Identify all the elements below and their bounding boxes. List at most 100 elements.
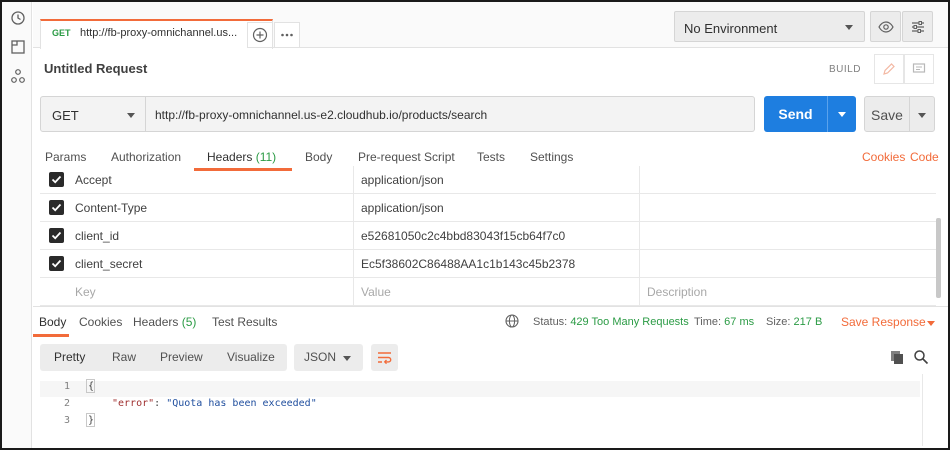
chevron-down-icon xyxy=(343,356,351,361)
eye-icon xyxy=(878,21,894,33)
comment-icon xyxy=(912,63,926,73)
comments-button[interactable] xyxy=(904,54,934,84)
check-icon xyxy=(51,203,62,212)
brace-match-highlight xyxy=(86,413,95,427)
code-link[interactable]: Code xyxy=(910,150,939,164)
edit-button[interactable] xyxy=(874,54,904,84)
response-tab-headers-count: (5) xyxy=(181,315,197,329)
save-options-chevron-icon[interactable] xyxy=(918,113,926,118)
environment-quick-look-button[interactable] xyxy=(870,11,901,42)
checkbox[interactable] xyxy=(49,200,64,215)
tab-method: GET xyxy=(52,28,71,38)
method-select[interactable]: GET xyxy=(40,96,146,132)
environment-select[interactable]: No Environment xyxy=(674,11,865,42)
copy-icon[interactable] xyxy=(889,349,905,365)
column-divider xyxy=(639,194,640,222)
send-options-chevron-icon[interactable] xyxy=(838,112,846,117)
save-response-button[interactable]: Save Response xyxy=(841,315,926,329)
size-value[interactable]: 217 B xyxy=(794,316,823,328)
mode-visualize[interactable]: Visualize xyxy=(227,350,275,364)
response-bar: Body Cookies Headers (5) Test Results St… xyxy=(33,306,948,337)
header-value[interactable]: application/json xyxy=(361,173,444,187)
build-mode-label: BUILD xyxy=(829,64,861,75)
search-icon[interactable] xyxy=(913,349,929,365)
header-value[interactable]: Ec5f38602C86488AA1c1b143c45b2378 xyxy=(361,257,575,271)
send-divider xyxy=(827,96,828,132)
tab-bar: GET http://fb-proxy-omnichannel.us... No… xyxy=(33,2,948,49)
response-tab-headers[interactable]: Headers (5) xyxy=(133,315,196,329)
tab-authorization[interactable]: Authorization xyxy=(111,150,181,164)
response-body-code[interactable]: 1 { 2 "error": "Quota has been exceeded"… xyxy=(40,378,920,446)
column-divider xyxy=(353,250,354,278)
tab-headers-label: Headers xyxy=(207,150,253,164)
header-key[interactable]: client_id xyxy=(75,229,119,243)
mode-preview[interactable]: Preview xyxy=(160,350,203,364)
collection-icon[interactable] xyxy=(10,39,26,55)
save-button[interactable]: Save xyxy=(864,96,935,132)
history-icon[interactable] xyxy=(10,10,26,26)
url-input[interactable]: http://fb-proxy-omnichannel.us-e2.cloudh… xyxy=(146,96,755,132)
format-label: JSON xyxy=(304,350,337,364)
time-value[interactable]: 67 ms xyxy=(724,316,754,328)
environment-label: No Environment xyxy=(684,21,778,36)
save-divider xyxy=(909,97,910,131)
headers-scrollbar[interactable] xyxy=(936,218,941,298)
tab-headers[interactable]: Headers (11) xyxy=(207,150,276,164)
tab-pre-request-script[interactable]: Pre-request Script xyxy=(358,150,455,164)
description-input[interactable]: Description xyxy=(647,285,707,299)
check-icon xyxy=(51,259,62,268)
column-divider xyxy=(639,166,640,194)
tab-url: http://fb-proxy-omnichannel.us... xyxy=(80,27,238,39)
response-tab-test-results[interactable]: Test Results xyxy=(212,315,277,329)
request-title[interactable]: Untitled Request xyxy=(44,61,147,76)
header-key[interactable]: Content-Type xyxy=(75,201,147,215)
code-line: 1 { xyxy=(40,381,920,397)
header-key[interactable]: Accept xyxy=(75,173,112,187)
mode-pretty[interactable]: Pretty xyxy=(54,350,85,364)
method-label: GET xyxy=(52,108,79,123)
tab-params[interactable]: Params xyxy=(45,150,86,164)
header-key[interactable]: client_secret xyxy=(75,257,142,271)
tab-tests[interactable]: Tests xyxy=(477,150,505,164)
key-input[interactable]: Key xyxy=(75,285,96,299)
header-value[interactable]: application/json xyxy=(361,201,444,215)
column-divider xyxy=(353,194,354,222)
table-row: client_secret Ec5f38602C86488AA1c1b143c4… xyxy=(40,250,936,278)
table-row: client_id e52681050c2c4bbd83043f15cb64f7… xyxy=(40,222,936,250)
headers-table: Accept application/json Content-Type app… xyxy=(40,166,936,306)
time-label: Time: xyxy=(694,316,722,328)
tab-settings[interactable]: Settings xyxy=(530,150,573,164)
manage-environments-button[interactable] xyxy=(902,11,933,42)
url-value: http://fb-proxy-omnichannel.us-e2.cloudh… xyxy=(155,108,488,122)
new-tab-button[interactable] xyxy=(247,22,273,48)
format-select[interactable]: JSON xyxy=(294,344,363,371)
check-icon xyxy=(51,175,62,184)
pencil-icon xyxy=(883,63,895,75)
checkbox[interactable] xyxy=(49,256,64,271)
tab-body[interactable]: Body xyxy=(305,150,332,164)
mode-raw[interactable]: Raw xyxy=(112,350,136,364)
response-tab-body[interactable]: Body xyxy=(39,315,66,329)
sliders-icon xyxy=(912,21,924,33)
checkbox[interactable] xyxy=(49,172,64,187)
table-row: Content-Type application/json xyxy=(40,194,936,222)
send-button[interactable]: Send xyxy=(764,96,856,132)
status-value[interactable]: 429 Too Many Requests xyxy=(570,316,688,328)
size-label: Size: xyxy=(766,316,791,328)
globe-icon[interactable] xyxy=(505,314,519,328)
apis-icon[interactable] xyxy=(10,68,26,84)
code-line: 3 } xyxy=(40,415,920,431)
header-value[interactable]: e52681050c2c4bbd83043f15cb64f7c0 xyxy=(361,229,565,243)
wrap-lines-button[interactable] xyxy=(371,344,398,371)
response-view-mode: Pretty Raw Preview Visualize xyxy=(40,344,287,371)
cookies-link[interactable]: Cookies xyxy=(862,150,905,164)
response-tab-cookies[interactable]: Cookies xyxy=(79,315,122,329)
chevron-down-icon[interactable] xyxy=(927,321,935,326)
value-input[interactable]: Value xyxy=(361,285,391,299)
column-divider xyxy=(353,166,354,194)
checkbox[interactable] xyxy=(49,228,64,243)
response-scrollbar[interactable] xyxy=(922,374,936,446)
tab-options-button[interactable] xyxy=(274,22,300,48)
request-tab[interactable]: GET http://fb-proxy-omnichannel.us... xyxy=(40,19,273,49)
column-divider xyxy=(639,222,640,250)
